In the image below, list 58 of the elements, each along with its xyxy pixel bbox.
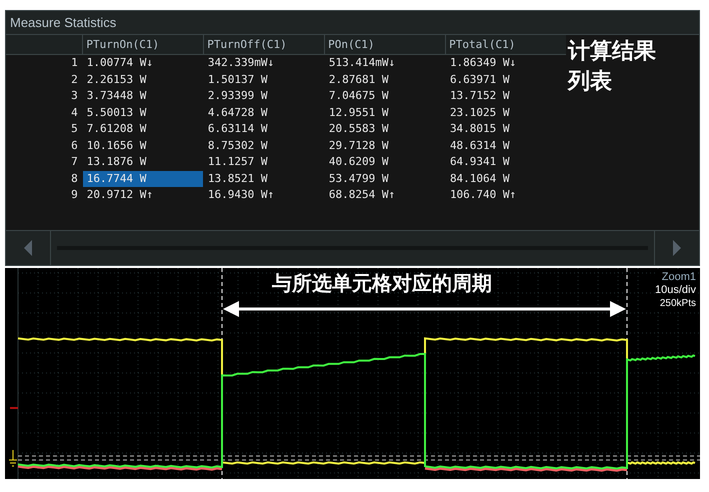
table-cell[interactable]: 53.4799 W [324,170,445,187]
row-number: 6 [71,138,78,152]
table-cell[interactable]: 6.63114 W [204,121,324,138]
table-cell[interactable]: 13.7152 W [446,88,566,104]
table-cell[interactable]: 68.8254 W↑ [324,187,445,204]
table-cell[interactable]: 29.7128 W [324,138,445,154]
annotation-text: 与所选单元格对应的周期 [272,270,492,297]
record-length-label: 250kPts [660,297,696,310]
table-cell[interactable]: 3.73448 W [82,88,203,104]
table-cell[interactable]: 20.9712 W↑ [82,187,203,204]
row-number: 3 [71,89,78,102]
table-cell[interactable]: 10.1656 W [82,138,203,154]
row-number: 4 [71,106,78,118]
table-cell[interactable]: 16.7744 W [82,170,203,187]
table-cell[interactable]: 8.75302 W [204,138,324,154]
horizontal-scrollbar[interactable] [6,230,699,265]
column-header: POn(C1) [324,35,446,54]
table-cell[interactable]: 48.6314 W [446,138,566,154]
row-number: 7 [71,155,78,168]
table-cell[interactable]: 13.1876 W [82,154,203,170]
table-cell[interactable]: 513.414mW↓ [324,55,445,72]
column-header: PTotal(C1) [445,35,566,54]
table-cell[interactable]: 1.50137 W [204,72,324,88]
table-cell[interactable]: 1.00774 W↓ [82,55,203,72]
table-cell[interactable]: 5.50013 W [82,104,203,121]
table-cell[interactable]: 7.61208 W [82,121,203,138]
table-cell[interactable]: 13.8521 W [204,170,324,187]
panel-title: Measure Statistics [10,15,116,30]
table-cell[interactable]: 1.86349 W↓ [446,55,566,72]
row-number: 5 [71,122,78,135]
table-cell[interactable]: 34.8015 W [446,121,566,138]
table-cell[interactable]: 2.93399 W [204,88,324,104]
left-arrow-icon [23,240,33,256]
table-cell[interactable]: 7.04675 W [324,88,445,104]
row-number: 9 [71,188,78,201]
column-header: PTurnOn(C1) [82,35,204,54]
row-number: 2 [71,72,78,86]
table-cell[interactable]: 64.9341 W [446,154,566,170]
row-number: 1 [71,56,78,69]
zoom-label: Zoom1 [662,271,696,284]
table-cell[interactable]: 4.64728 W [204,104,324,121]
right-arrow-icon [672,240,682,256]
table-cell[interactable]: 2.87681 W [324,72,445,88]
timebase-label: 10us/div [655,284,696,297]
table-cell[interactable]: 12.9551 W [324,104,445,121]
table-cell[interactable]: 16.9430 W↑ [204,187,324,204]
table-cell[interactable]: 342.339mW↓ [204,55,324,72]
row-number: 8 [71,172,78,184]
table-cell[interactable]: 2.26153 W [82,72,203,88]
table-cell[interactable]: 20.5583 W [324,121,445,138]
table-cell[interactable]: 6.63971 W [446,72,566,88]
table-cell[interactable]: 40.6209 W [324,154,445,170]
table-cell[interactable]: 23.1025 W [446,104,566,121]
table-cell[interactable]: 106.740 W↑ [446,187,566,204]
table-cell[interactable]: 84.1064 W [446,170,566,187]
annotation-text: 计算结果列表 [568,38,657,96]
table-cell[interactable]: 11.1257 W [204,154,324,170]
column-header: PTurnOff(C1) [203,35,324,54]
